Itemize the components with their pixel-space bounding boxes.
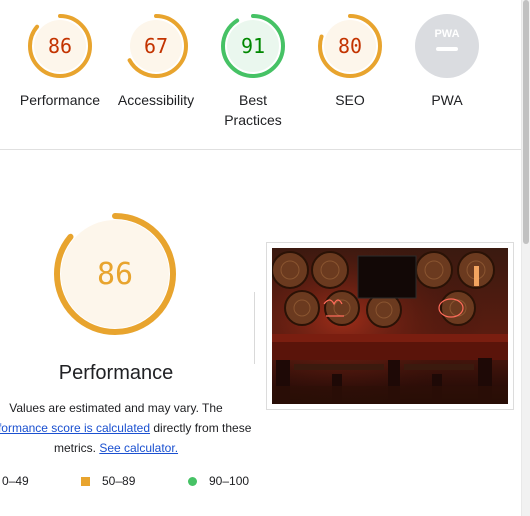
legend-fail: 0–49 (0, 474, 29, 488)
legend-average-range: 50–89 (102, 474, 136, 488)
performance-gauge: 86 (54, 213, 176, 335)
gauge-seo-ring: 80 (318, 14, 382, 78)
section-divider (0, 149, 522, 150)
scrollbar-thumb[interactable] (523, 0, 529, 244)
gauge-pwa-label: PWA (431, 92, 463, 108)
square-icon (81, 476, 90, 486)
gauge-accessibility-score: 67 (144, 34, 168, 58)
gauge-accessibility-ring: 67 (124, 14, 188, 78)
gauge-performance[interactable]: 86 Performance (12, 14, 108, 110)
gauge-seo[interactable]: 80 SEO (302, 14, 398, 110)
desc-line-1: Values are estimated and may vary. The (9, 401, 223, 415)
pwa-badge-text: PWA (434, 28, 459, 40)
gauge-best-practices[interactable]: 91 Best Practices (205, 14, 301, 130)
performance-title: Performance (58, 362, 174, 384)
legend-fail-range: 0–49 (2, 474, 29, 488)
final-screenshot-image (272, 248, 508, 404)
desc-line-2: performance score is calculated directly… (0, 418, 252, 438)
score-legend: 0–49 50–89 90–100 (0, 474, 260, 494)
gauge-performance-ring: 86 (28, 14, 92, 78)
lighthouse-report: 86 Performance 67 Accessibility 91 Best … (0, 0, 530, 516)
vertical-separator (254, 292, 255, 364)
performance-gauge-score: 86 (97, 257, 133, 292)
final-screenshot[interactable] (266, 242, 514, 410)
desc-line-2-rest: directly from these (150, 421, 252, 435)
desc-line-3-pre: metrics. (53, 441, 100, 455)
category-gauges: 86 Performance 67 Accessibility 91 Best … (0, 0, 522, 150)
legend-average: 50–89 (81, 474, 135, 488)
gauge-seo-score: 80 (338, 34, 362, 58)
gauge-best-practices-score: 91 (241, 34, 265, 58)
gauge-performance-label: Performance (19, 92, 101, 108)
gauge-best-practices-label: Best Practices (224, 92, 282, 128)
gauge-pwa[interactable]: PWA PWA (399, 14, 495, 110)
pwa-badge-icon: PWA (415, 14, 479, 78)
gauge-accessibility-label: Accessibility (117, 92, 195, 108)
restaurant-photo-icon (272, 248, 508, 404)
gauge-accessibility[interactable]: 67 Accessibility (108, 14, 204, 110)
circle-icon (188, 476, 197, 486)
pwa-badge-circle (415, 14, 479, 78)
legend-pass-range: 90–100 (209, 474, 250, 488)
gauge-performance-score: 86 (48, 34, 72, 58)
performance-score-link[interactable]: performance score is calculated (0, 421, 150, 435)
see-calculator-link[interactable]: See calculator. (99, 441, 178, 455)
pwa-dash-icon (436, 47, 458, 51)
desc-line-3: metrics. See calculator. (0, 438, 252, 458)
vertical-scrollbar[interactable] (521, 0, 530, 516)
gauge-seo-label: SEO (335, 92, 365, 108)
gauge-best-practices-ring: 91 (221, 14, 285, 78)
legend-pass: 90–100 (188, 474, 249, 488)
performance-description: Values are estimated and may vary. The p… (0, 398, 252, 458)
